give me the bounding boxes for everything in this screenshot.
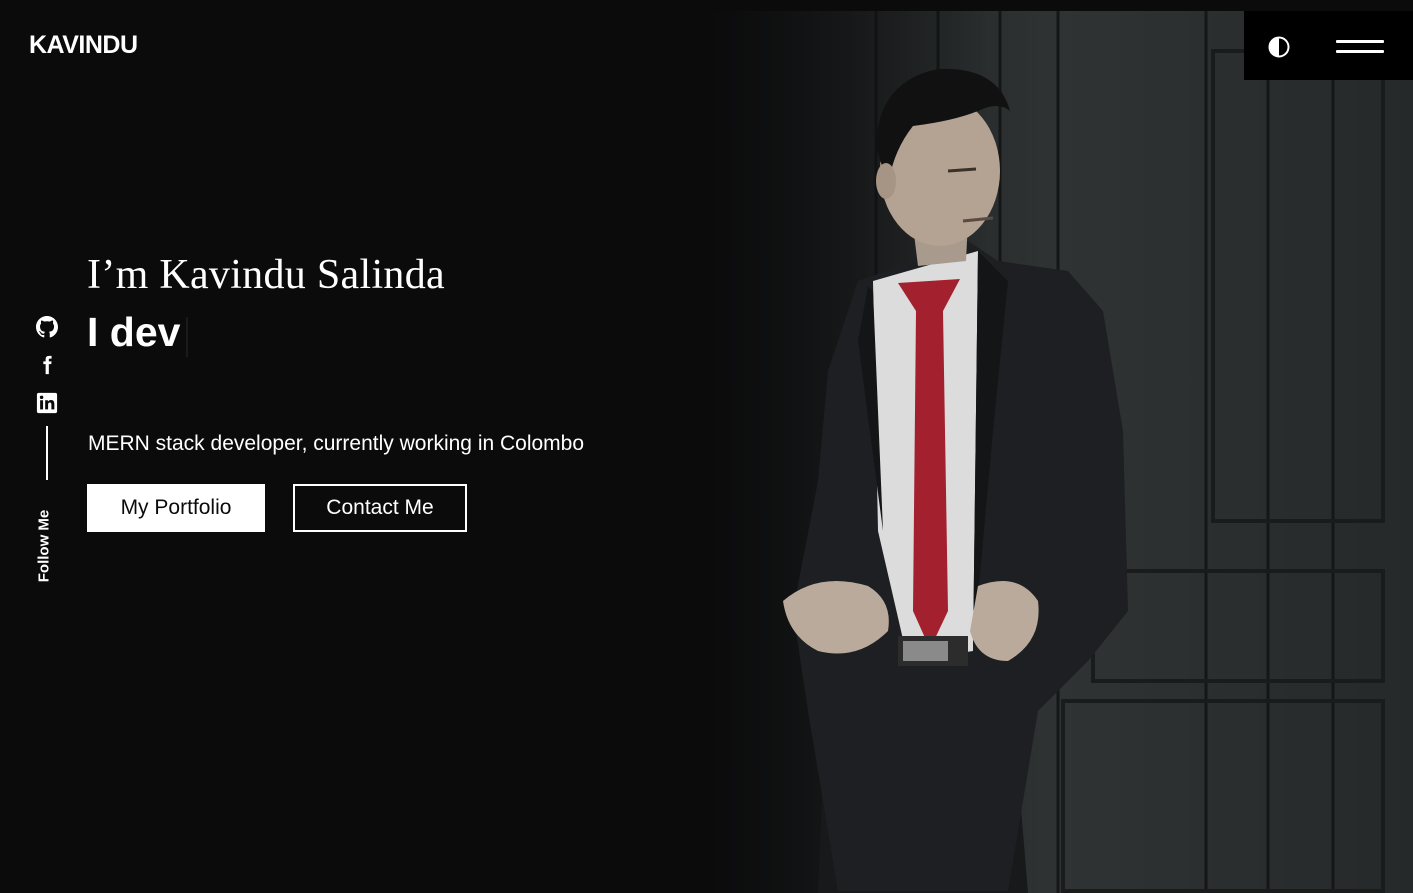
my-portfolio-button[interactable]: My Portfolio: [87, 484, 265, 532]
contact-me-button[interactable]: Contact Me: [293, 484, 467, 532]
typed-text: I dev: [87, 309, 181, 355]
github-link[interactable]: [36, 316, 60, 340]
hero-photo-graphic: [708, 11, 1413, 893]
facebook-icon: [43, 355, 52, 375]
menu-button[interactable]: [1336, 38, 1386, 58]
social-divider-line: [46, 426, 48, 480]
linkedin-link[interactable]: [36, 392, 60, 416]
typing-cursor: [186, 317, 188, 357]
follow-me-label: Follow Me: [35, 509, 53, 583]
github-icon: [36, 316, 58, 338]
hero-description: MERN stack developer, currently working …: [88, 432, 585, 455]
hero-intro: I’m Kavindu Salinda: [87, 252, 445, 298]
contrast-icon: [1268, 36, 1290, 58]
hero-photo: [708, 11, 1413, 893]
theme-toggle-button[interactable]: [1268, 36, 1290, 58]
header-controls: [1244, 11, 1413, 80]
social-links: [36, 316, 62, 430]
hamburger-menu-icon-line: [1336, 50, 1384, 53]
site-logo[interactable]: KAVINDU: [29, 31, 138, 60]
facebook-link[interactable]: [36, 354, 60, 378]
linkedin-icon: [36, 392, 58, 414]
top-strip: [0, 0, 1413, 11]
page: KAVINDU Follow Me I’m Kavindu Salinda I …: [0, 11, 1413, 893]
hamburger-menu-icon: [1336, 40, 1384, 43]
